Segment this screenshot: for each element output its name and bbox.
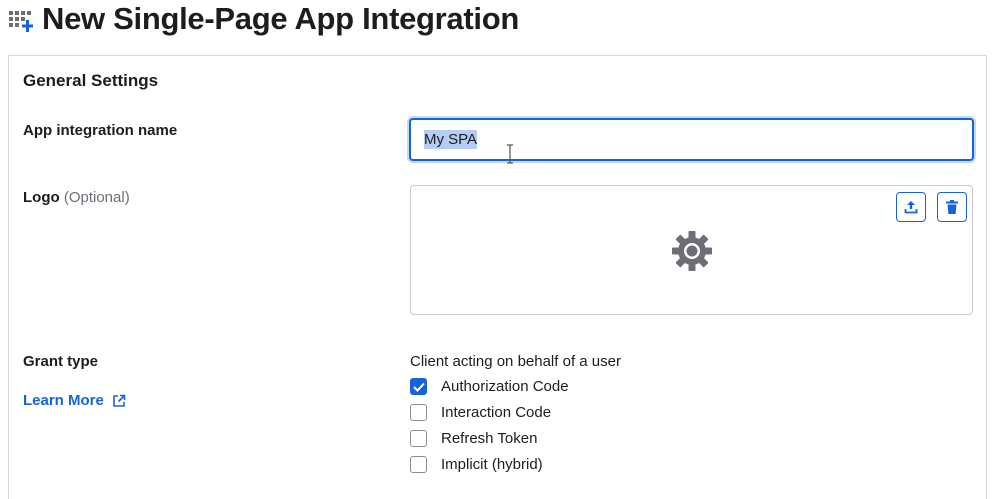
logo-dropzone[interactable] [410,185,973,315]
text-cursor-icon [507,144,513,164]
upload-logo-button[interactable] [896,192,926,222]
implicit-hybrid-label: Implicit (hybrid) [441,456,543,473]
learn-more-text: Learn More [23,392,104,409]
general-settings-card: General Settings App integration name My… [8,55,987,499]
grant-option-implicit-hybrid[interactable]: Implicit (hybrid) [410,456,543,473]
trash-icon [946,200,958,214]
interaction-code-label: Interaction Code [441,404,552,421]
refresh-token-label: Refresh Token [441,430,538,447]
client-acting-label: Client acting on behalf of a user [410,353,621,370]
grant-option-authorization-code[interactable]: Authorization Code [410,378,569,395]
logo-optional-text: (Optional) [63,189,130,206]
refresh-token-checkbox[interactable] [410,430,427,447]
app-name-input[interactable]: My SPA [409,118,974,161]
app-grid-add-icon [9,11,33,32]
page-title: New Single-Page App Integration [42,1,519,36]
grant-option-refresh-token[interactable]: Refresh Token [410,430,537,447]
implicit-hybrid-checkbox[interactable] [410,456,427,473]
learn-more-link[interactable]: Learn More [23,392,126,409]
upload-icon [904,201,918,214]
grant-option-interaction-code[interactable]: Interaction Code [410,404,551,421]
interaction-code-checkbox[interactable] [410,404,427,421]
gear-icon [672,231,712,271]
grant-type-label: Grant type [23,353,99,370]
delete-logo-button[interactable] [937,192,967,222]
app-name-value: My SPA [424,130,478,149]
app-name-label: App integration name [23,122,178,139]
authorization-code-checkbox[interactable] [410,378,427,395]
authorization-code-label: Authorization Code [441,378,569,395]
page: New Single-Page App Integration General … [0,0,997,499]
external-link-icon [113,394,126,407]
checkmark-icon [412,382,425,392]
page-header: New Single-Page App Integration [8,0,519,38]
section-title: General Settings [23,71,159,90]
logo-label-text: Logo [23,189,60,206]
logo-label: Logo (Optional) [23,189,130,206]
